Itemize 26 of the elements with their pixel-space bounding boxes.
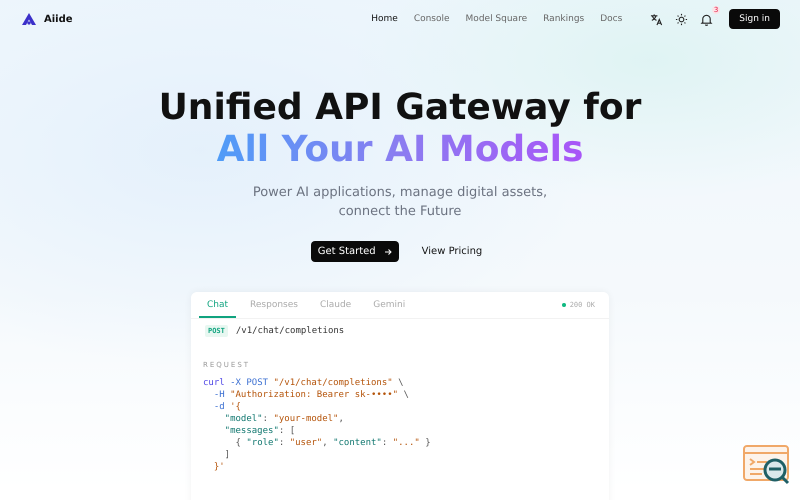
code-line: "model": "your-model", (224, 413, 345, 425)
nav-link[interactable]: Home (371, 14, 398, 24)
code-line: curl -X POST "/v1/chat/completions" \ (203, 377, 405, 389)
code-line: -H "Authorization: Bearer sk-••••" \ (212, 389, 410, 401)
nav-link[interactable]: Console (414, 14, 450, 24)
nav-link[interactable]: Rankings (543, 14, 584, 24)
view-pricing-button[interactable]: View Pricing (414, 241, 490, 262)
code-tab[interactable]: Chat (199, 292, 236, 318)
code-line: }' (212, 461, 226, 473)
sign-in-button[interactable]: Sign in (729, 9, 780, 29)
bell-icon[interactable] (700, 12, 714, 26)
code-line: { "role": "user", "content": "..." } (234, 437, 432, 449)
sun-icon[interactable] (675, 12, 688, 26)
hero-subtitle: Power AI applications, manage digital assets, connect the Future (252, 184, 548, 221)
code-line: ] (224, 449, 232, 461)
logo-icon (22, 13, 36, 25)
code-line: "messages": [ (224, 425, 296, 437)
get-started-button[interactable]: Get Started (310, 241, 399, 262)
translate-icon[interactable] (650, 12, 664, 26)
hero-title: Unified API Gateway for (158, 87, 642, 129)
nav-link[interactable]: Model Square (466, 14, 528, 24)
brand-name: Aiide (44, 14, 73, 24)
code-line: -d '{ (212, 401, 242, 413)
endpoint-path: /v1/chat/completions (236, 326, 344, 336)
nav-link[interactable]: Docs (600, 14, 622, 24)
arrow-icon (384, 248, 392, 256)
